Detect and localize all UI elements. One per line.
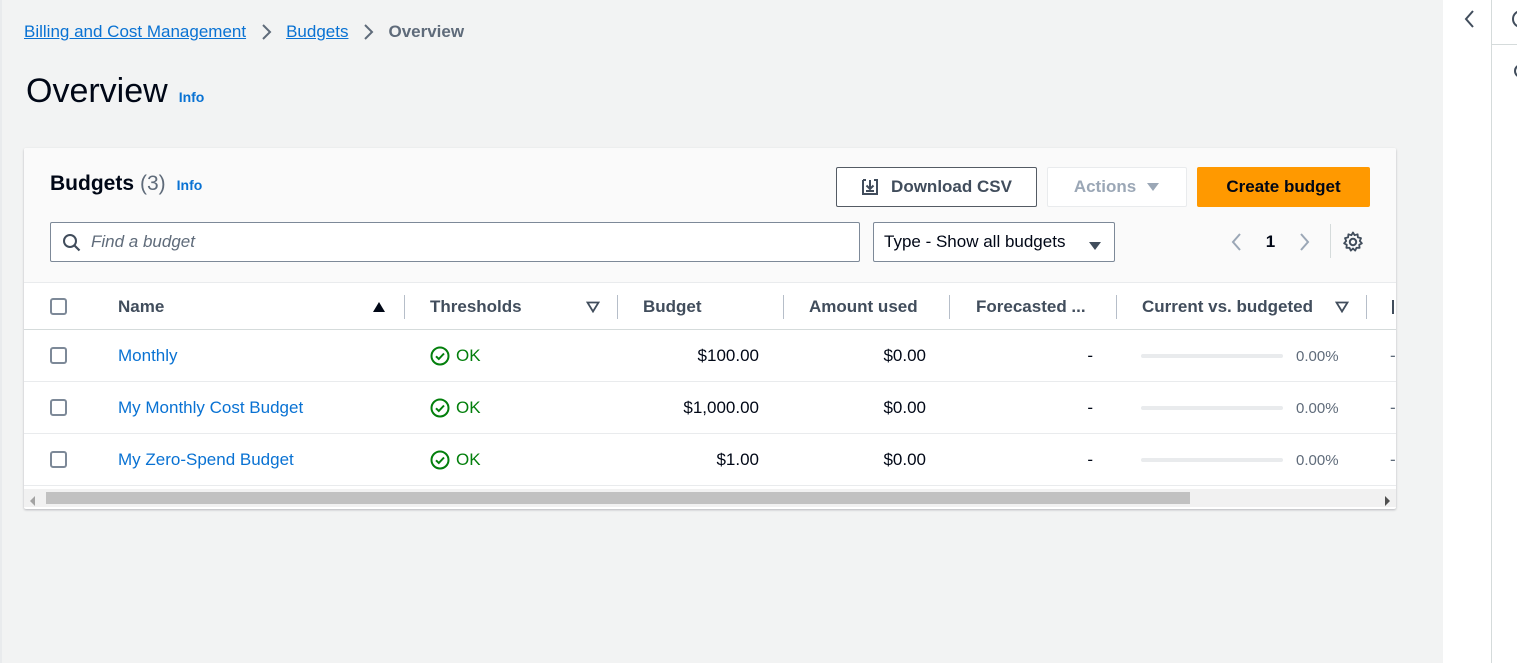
help-icon[interactable] — [1507, 8, 1517, 30]
caret-down-icon — [1146, 182, 1160, 192]
budget-amount: $1.00 — [716, 450, 759, 469]
page-title: Overview — [26, 72, 168, 110]
column-header-name[interactable]: Name — [118, 283, 164, 331]
budget-name-link[interactable]: Monthly — [118, 330, 178, 382]
rail-divider — [1491, 0, 1492, 663]
caret-down-outline-icon[interactable] — [585, 299, 601, 315]
search-input[interactable] — [91, 229, 841, 255]
budgets-heading: Budgets (3) Info — [50, 172, 202, 196]
budgets-title: Budgets — [50, 172, 134, 195]
column-divider — [949, 295, 950, 319]
progress-bar — [1141, 406, 1283, 410]
progress-percent: 0.00% — [1296, 399, 1339, 417]
threshold-status: OK — [430, 434, 481, 486]
progress-percent: 0.00% — [1296, 451, 1339, 469]
breadcrumb-current: Overview — [388, 22, 465, 41]
pager-divider — [1330, 224, 1331, 258]
budget-name-link[interactable]: My Monthly Cost Budget — [118, 382, 303, 434]
actions-label: Actions — [1073, 177, 1137, 196]
column-divider — [783, 295, 784, 319]
select-all-checkbox[interactable] — [50, 298, 67, 315]
column-header-amount-used[interactable]: Amount used — [809, 283, 918, 331]
threshold-status: OK — [430, 330, 481, 382]
page-header: Overview Info — [26, 72, 204, 111]
budget-name-link[interactable]: My Zero-Spend Budget — [118, 434, 294, 486]
notes-icon[interactable] — [1507, 60, 1517, 82]
column-divider — [617, 295, 618, 319]
row-checkbox[interactable] — [50, 399, 67, 416]
budgets-count: (3) — [140, 172, 166, 195]
caret-down-outline-icon[interactable] — [1334, 299, 1350, 315]
truncated-cell: - — [1390, 398, 1396, 417]
budget-amount: $1,000.00 — [683, 398, 759, 417]
column-divider — [404, 295, 405, 319]
table-row: My Zero-Spend Budget OK $1.00 $0.00 - 0.… — [24, 434, 1396, 486]
horizontal-scrollbar[interactable] — [24, 489, 1396, 507]
page-info-link[interactable]: Info — [179, 89, 205, 105]
table-row: My Monthly Cost Budget OK $1,000.00 $0.0… — [24, 382, 1396, 434]
caret-down-icon — [1088, 236, 1102, 256]
page-number[interactable]: 1 — [1248, 232, 1293, 252]
amount-used: $0.00 — [883, 398, 926, 417]
check-circle-icon — [430, 398, 450, 418]
truncated-cell: - — [1390, 450, 1396, 469]
rail-divider — [1491, 44, 1517, 45]
download-icon — [861, 178, 879, 196]
caret-up-filled-icon[interactable] — [371, 299, 387, 315]
amount-used: $0.00 — [883, 346, 926, 365]
type-filter-select[interactable]: Type - Show all budgets — [873, 222, 1115, 262]
amount-used: $0.00 — [883, 450, 926, 469]
progress-bar — [1141, 354, 1283, 358]
scroll-right-arrow-icon[interactable] — [1384, 493, 1390, 509]
threshold-label: OK — [456, 398, 481, 417]
column-header-truncated — [1392, 300, 1394, 314]
download-csv-label: Download CSV — [891, 177, 1012, 196]
check-circle-icon — [430, 450, 450, 470]
column-header-current-vs-budgeted[interactable]: Current vs. budgeted — [1142, 283, 1313, 331]
table-row: Monthly OK $100.00 $0.00 - 0.00% - — [24, 330, 1396, 382]
search-field — [50, 222, 860, 262]
main-content: Billing and Cost Management Budgets Over… — [0, 0, 1443, 663]
breadcrumb-item-billing[interactable]: Billing and Cost Management — [24, 22, 246, 42]
progress-percent: 0.00% — [1296, 347, 1339, 365]
threshold-status: OK — [430, 382, 481, 434]
row-checkbox[interactable] — [50, 347, 67, 364]
threshold-label: OK — [456, 346, 481, 365]
type-filter-value: Type - Show all budgets — [884, 232, 1066, 251]
create-budget-button[interactable]: Create budget — [1197, 167, 1370, 207]
progress-bar — [1141, 458, 1283, 462]
actions-dropdown[interactable]: Actions — [1047, 167, 1187, 207]
column-header-forecasted[interactable]: Forecasted ... — [976, 283, 1086, 331]
chevron-right-icon[interactable] — [1293, 228, 1317, 256]
check-circle-icon — [430, 346, 450, 366]
forecasted-amount: - — [1087, 398, 1093, 417]
budgets-info-link[interactable]: Info — [177, 177, 203, 193]
row-checkbox[interactable] — [50, 451, 67, 468]
threshold-label: OK — [456, 450, 481, 469]
column-divider — [1366, 295, 1367, 319]
budgets-table-header: Budgets (3) Info Download CSV Actions Cr… — [24, 148, 1396, 282]
tools-panel-rail — [1443, 0, 1517, 663]
search-icon — [62, 233, 81, 257]
forecasted-amount: - — [1087, 450, 1093, 469]
budget-amount: $100.00 — [697, 346, 759, 365]
table-header-row: Name Thresholds Budget Amount used Forec… — [24, 282, 1396, 330]
chevron-right-icon — [246, 23, 286, 41]
column-divider — [1116, 295, 1117, 319]
column-header-thresholds[interactable]: Thresholds — [430, 283, 522, 331]
truncated-cell: - — [1390, 346, 1396, 365]
pagination: 1 — [1224, 228, 1317, 256]
chevron-right-icon — [348, 23, 388, 41]
download-csv-button[interactable]: Download CSV — [836, 167, 1037, 207]
column-header-budget[interactable]: Budget — [643, 283, 702, 331]
scrollbar-thumb[interactable] — [46, 492, 1190, 504]
chevron-left-icon[interactable] — [1459, 8, 1479, 30]
scroll-left-arrow-icon[interactable] — [30, 493, 36, 509]
forecasted-amount: - — [1087, 346, 1093, 365]
chevron-left-icon[interactable] — [1224, 228, 1248, 256]
gear-icon[interactable] — [1341, 230, 1365, 254]
breadcrumb-item-budgets[interactable]: Budgets — [286, 22, 348, 42]
breadcrumb: Billing and Cost Management Budgets Over… — [24, 20, 464, 44]
budgets-table-container: Budgets (3) Info Download CSV Actions Cr… — [24, 148, 1396, 509]
